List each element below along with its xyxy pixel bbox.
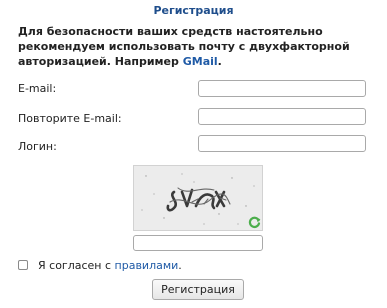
captcha-image — [133, 165, 263, 231]
refresh-icon[interactable] — [248, 216, 261, 229]
email-repeat-field[interactable] — [198, 108, 366, 125]
rules-link[interactable]: правилами — [115, 259, 179, 272]
agree-text-start: Я согласен с — [38, 258, 115, 272]
security-warning: Для безопасности ваших средств настоятел… — [18, 24, 376, 69]
login-field[interactable] — [198, 135, 366, 152]
form-title: Регистрация — [153, 4, 234, 17]
agree-text-end: . — [178, 258, 182, 272]
agree-checkbox[interactable] — [18, 260, 28, 270]
agreement-row: Я согласен с правилами. — [18, 258, 182, 272]
captcha-distorted-text — [141, 173, 255, 225]
email-repeat-label: Повторите E-mail: — [18, 112, 122, 125]
gmail-link[interactable]: GMail — [183, 55, 218, 68]
register-button[interactable]: Регистрация — [152, 279, 244, 300]
login-label: Логин: — [18, 140, 57, 153]
security-warning-end: . — [217, 55, 222, 68]
agree-text: Я согласен с правилами. — [38, 259, 182, 272]
email-field[interactable] — [198, 80, 366, 97]
captcha-input[interactable] — [133, 235, 263, 251]
email-label: E-mail: — [18, 82, 57, 95]
